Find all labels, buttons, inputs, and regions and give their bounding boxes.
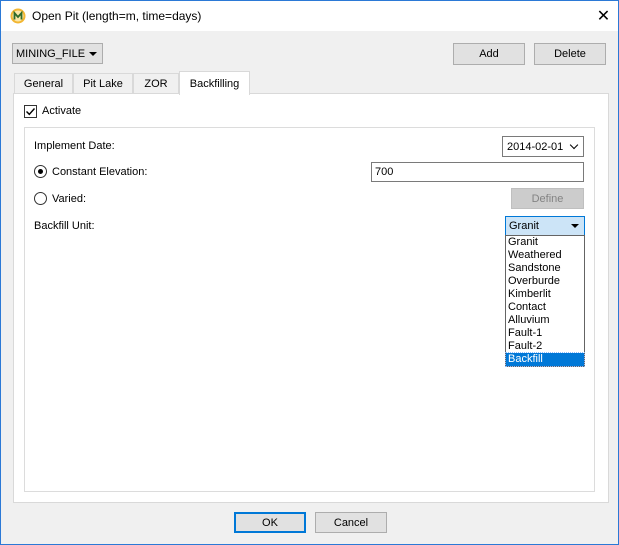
dropdown-option-sandstone[interactable]: Sandstone xyxy=(506,262,584,275)
dropdown-option-backfill[interactable]: Backfill xyxy=(505,352,585,367)
varied-label: Varied: xyxy=(52,193,87,205)
dropdown-option-kimberlit[interactable]: Kimberlit xyxy=(506,288,584,301)
activate-checkbox[interactable] xyxy=(24,105,37,118)
radio-selected-dot xyxy=(38,169,43,174)
dropdown-option-overburde[interactable]: Overburde xyxy=(506,275,584,288)
dropdown-option-granit[interactable]: Granit xyxy=(506,236,584,249)
backfill-unit-dropdown[interactable]: Granit xyxy=(505,216,585,236)
dropdown-option-fault-1[interactable]: Fault-1 xyxy=(506,327,584,340)
backfill-unit-label: Backfill Unit: xyxy=(34,220,95,232)
tab-backfilling[interactable]: Backfilling xyxy=(179,71,250,95)
chevron-down-icon xyxy=(569,140,579,149)
constant-elevation-label: Constant Elevation: xyxy=(52,166,148,178)
tab-general[interactable]: General xyxy=(14,73,73,94)
dropdown-option-alluvium[interactable]: Alluvium xyxy=(506,314,584,327)
varied-radio[interactable] xyxy=(34,192,47,205)
window-title: Open Pit (length=m, time=days) xyxy=(32,9,202,23)
tab-zor[interactable]: ZOR xyxy=(133,73,179,94)
chevron-down-icon xyxy=(89,51,97,56)
checkmark-icon xyxy=(26,108,36,116)
backfill-unit-value: Granit xyxy=(509,220,539,232)
add-button[interactable]: Add xyxy=(453,43,525,65)
backfill-unit-options-list: Granit Weathered Sandstone Overburde Kim… xyxy=(505,235,585,367)
constant-elevation-radio[interactable] xyxy=(34,165,47,178)
activate-label: Activate xyxy=(42,105,82,117)
close-icon[interactable]: ✕ xyxy=(589,1,618,31)
define-button[interactable]: Define xyxy=(511,188,584,209)
file-selector-value: MINING_FILE xyxy=(16,47,86,60)
dropdown-option-fault-2[interactable]: Fault-2 xyxy=(506,340,584,353)
implement-date-picker[interactable]: 2014-02-01 xyxy=(502,136,584,157)
delete-button[interactable]: Delete xyxy=(534,43,606,65)
dropdown-option-weathered[interactable]: Weathered xyxy=(506,249,584,262)
mining-app-icon xyxy=(10,8,26,24)
dropdown-option-contact[interactable]: Contact xyxy=(506,301,584,314)
constant-elevation-input[interactable]: 700 xyxy=(371,162,584,182)
dialog-window: Open Pit (length=m, time=days) ✕ MINING_… xyxy=(0,0,619,545)
file-selector-dropdown[interactable]: MINING_FILE xyxy=(12,43,103,64)
chevron-down-icon xyxy=(571,224,579,228)
cancel-button[interactable]: Cancel xyxy=(315,512,387,533)
ok-button[interactable]: OK xyxy=(234,512,306,533)
implement-date-label: Implement Date: xyxy=(34,140,115,152)
tab-pit-lake[interactable]: Pit Lake xyxy=(73,73,133,94)
implement-date-value: 2014-02-01 xyxy=(507,140,564,153)
title-bar: Open Pit (length=m, time=days) ✕ xyxy=(1,1,618,31)
